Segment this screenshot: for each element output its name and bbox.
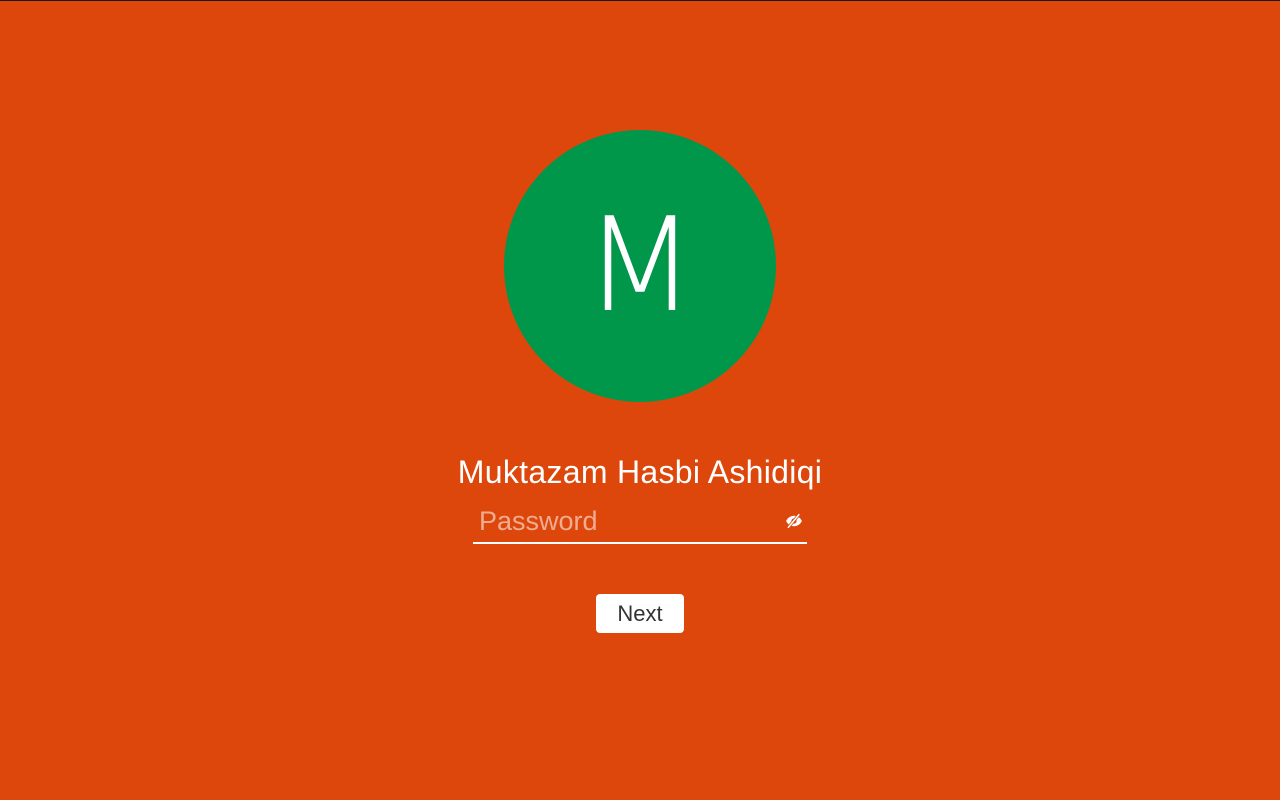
- password-input[interactable]: [473, 500, 773, 542]
- avatar-initial: M: [583, 189, 697, 341]
- next-button[interactable]: Next: [596, 594, 684, 633]
- top-border: [0, 0, 1280, 1]
- user-name: Muktazam Hasbi Ashidiqi: [457, 454, 823, 490]
- eye-off-icon[interactable]: [783, 510, 805, 532]
- avatar: M: [504, 130, 776, 402]
- password-field-container: [473, 500, 807, 544]
